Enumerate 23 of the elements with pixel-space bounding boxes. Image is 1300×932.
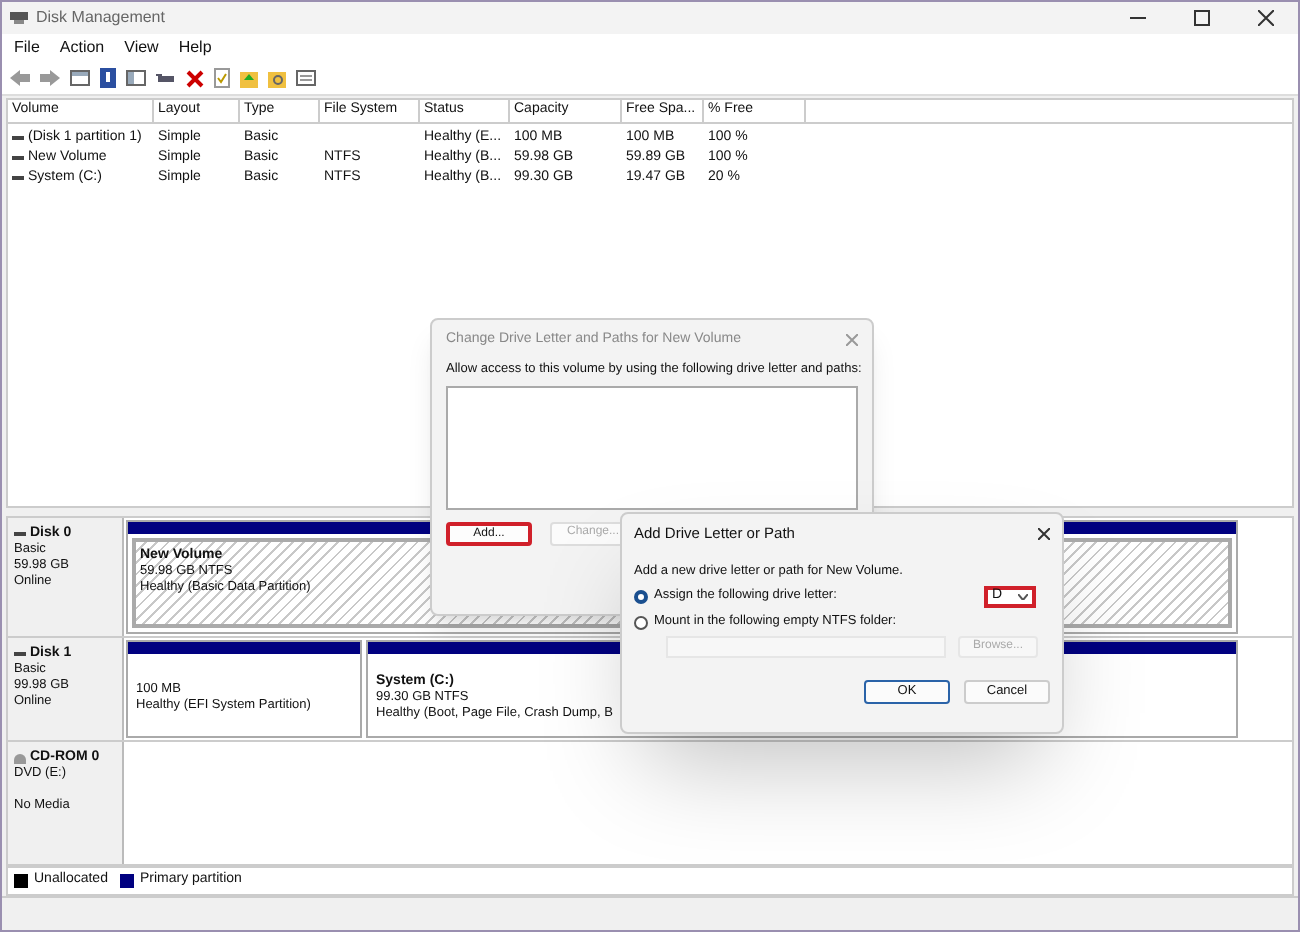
plug-icon[interactable] bbox=[156, 70, 176, 86]
panel-icon[interactable] bbox=[126, 70, 146, 86]
panel-icon[interactable] bbox=[70, 70, 90, 86]
window-title: Disk Management bbox=[36, 6, 165, 30]
radio-button[interactable] bbox=[634, 615, 648, 630]
close-icon[interactable] bbox=[1258, 10, 1274, 26]
delete-x-icon[interactable] bbox=[186, 69, 204, 87]
menu-item[interactable]: Action bbox=[59, 36, 105, 60]
check-document-icon[interactable] bbox=[214, 68, 230, 88]
disk-app-icon bbox=[10, 10, 28, 26]
menu-item[interactable]: File bbox=[14, 36, 40, 60]
menu-item[interactable]: View bbox=[124, 36, 159, 60]
maximize-icon[interactable] bbox=[1194, 10, 1210, 26]
folder-search-icon[interactable] bbox=[268, 68, 286, 88]
close-icon[interactable] bbox=[1038, 528, 1050, 540]
help-book-icon[interactable] bbox=[100, 68, 116, 88]
caret-icon bbox=[1018, 593, 1028, 600]
menu-item[interactable]: Help bbox=[178, 36, 212, 60]
back-arrow-icon[interactable] bbox=[10, 70, 30, 86]
properties-icon[interactable] bbox=[296, 70, 316, 86]
forward-arrow-icon[interactable] bbox=[40, 70, 60, 86]
cd-drive-icon bbox=[14, 753, 26, 763]
radio-button[interactable] bbox=[634, 589, 648, 604]
